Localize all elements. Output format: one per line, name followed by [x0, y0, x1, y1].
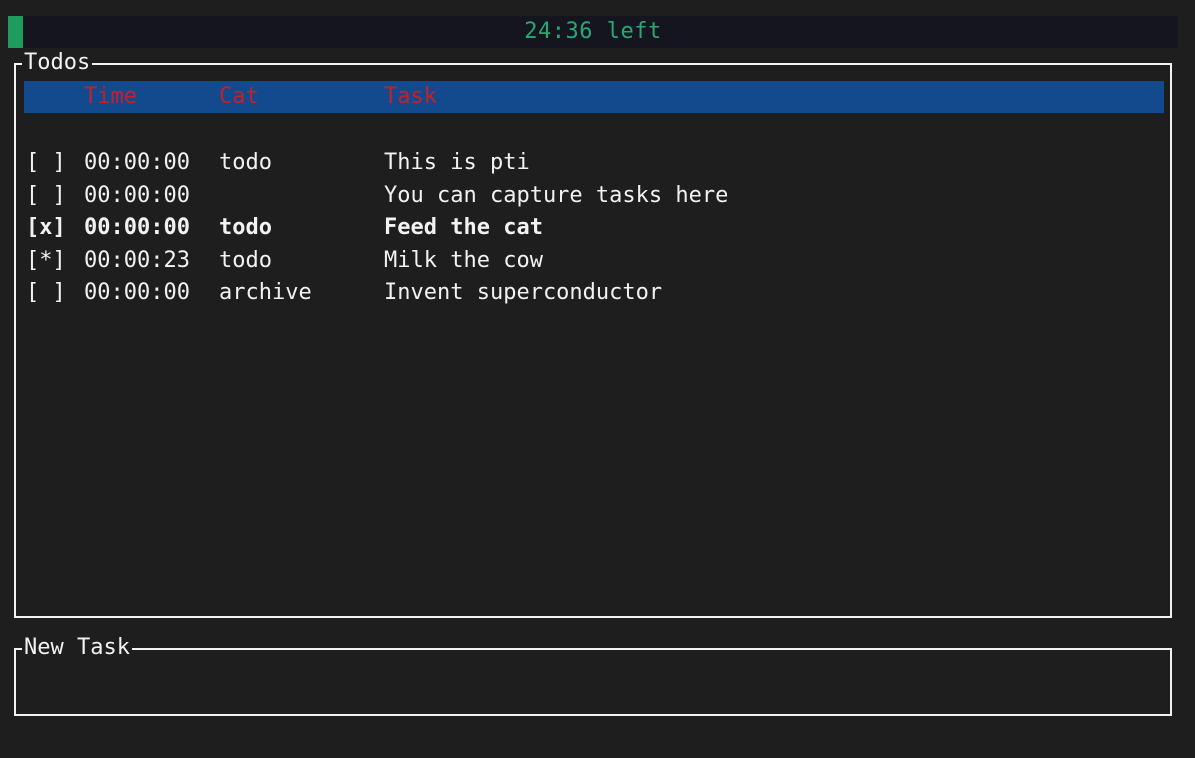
todos-panel-title: Todos	[22, 49, 93, 77]
todo-checkbox[interactable]: [*]	[26, 245, 66, 277]
new-task-panel: New Task	[14, 634, 1172, 716]
timer-remaining-label: 24:36 left	[524, 19, 662, 44]
todo-task-text: Feed the cat	[384, 215, 543, 240]
todo-list: [ ] 00:00:00 todo This is pti [ ] 00:00:…	[24, 147, 1164, 310]
todo-checkbox[interactable]: [ ]	[26, 180, 66, 212]
todo-task-text: Milk the cow	[384, 247, 543, 273]
todo-checkbox[interactable]: [ ]	[26, 147, 66, 179]
todo-task-text: You can capture tasks here	[384, 182, 729, 208]
todo-row[interactable]: [ ] 00:00:00 archive Invent superconduct…	[24, 277, 1164, 310]
todo-task-text: This is pti	[384, 150, 530, 175]
todos-table-header: Time Cat Task	[24, 81, 1164, 113]
todo-time: 00:00:00	[84, 215, 190, 240]
column-header-time[interactable]: Time	[84, 81, 137, 113]
todo-checkbox[interactable]: [x]	[26, 212, 66, 244]
todo-category: todo	[219, 247, 272, 273]
todo-time: 00:00:00	[84, 150, 190, 175]
new-task-input[interactable]	[24, 660, 1158, 702]
timer-bar: 24:36 left	[8, 16, 1178, 48]
column-header-task[interactable]: Task	[384, 81, 437, 113]
todo-task-text: Invent superconductor	[384, 280, 663, 305]
todo-row-selected[interactable]: [x] 00:00:00 todo Feed the cat	[24, 212, 1164, 245]
todo-checkbox[interactable]: [ ]	[26, 277, 66, 309]
todos-panel: Todos Time Cat Task [ ] 00:00:00 todo Th…	[14, 49, 1172, 618]
todo-row[interactable]: [ ] 00:00:00 You can capture tasks here	[24, 180, 1164, 213]
todo-time: 00:00:00	[84, 280, 190, 305]
todo-time: 00:00:00	[84, 182, 190, 208]
todo-row[interactable]: [ ] 00:00:00 todo This is pti	[24, 147, 1164, 180]
new-task-panel-title: New Task	[22, 634, 132, 662]
column-header-cat[interactable]: Cat	[219, 81, 259, 113]
todo-category: archive	[219, 280, 312, 305]
todo-time: 00:00:23	[84, 247, 190, 273]
todo-category: todo	[219, 215, 272, 240]
todo-row[interactable]: [*] 00:00:23 todo Milk the cow	[24, 245, 1164, 278]
todo-category: todo	[219, 150, 272, 175]
